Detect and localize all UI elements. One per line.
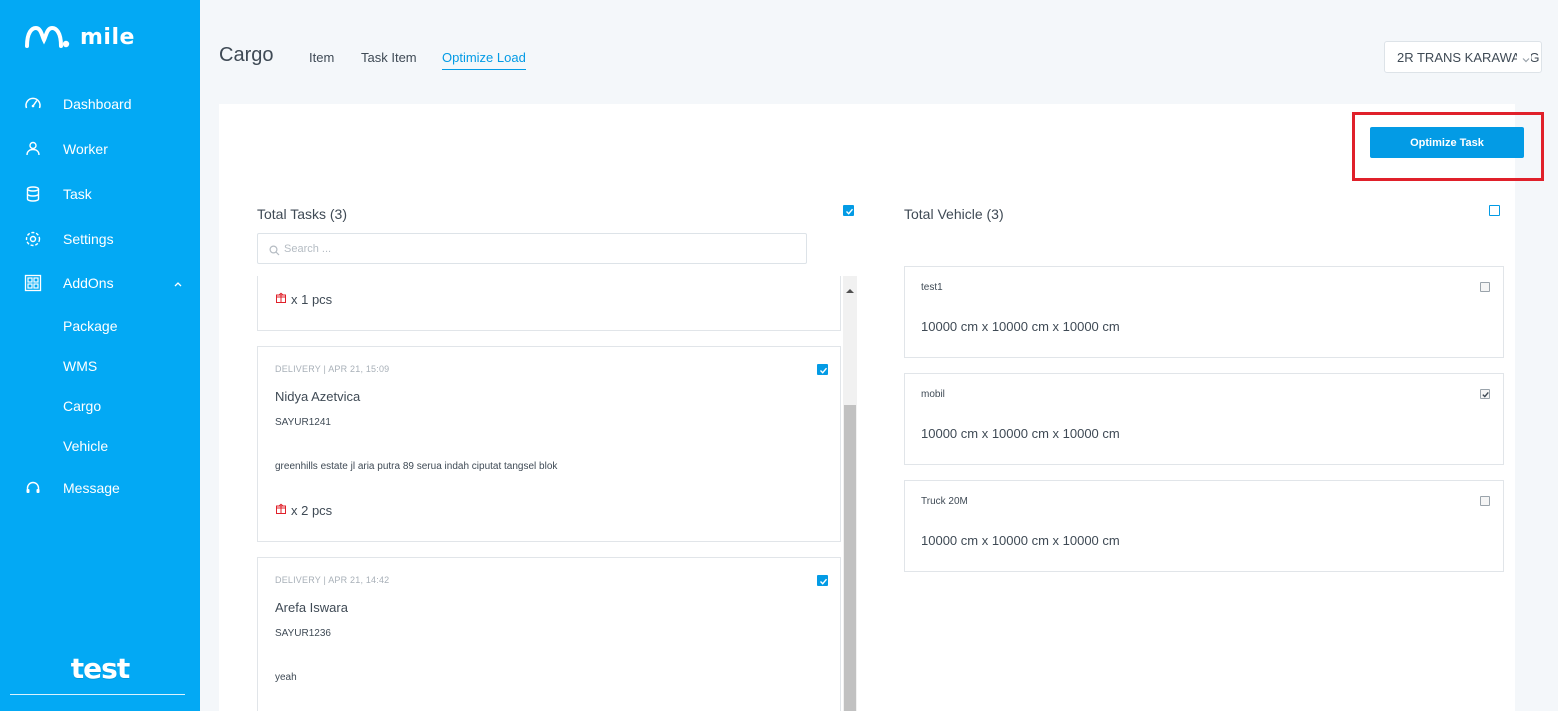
sidebar-item-message[interactable]: Message [0,468,200,508]
tab-item[interactable]: Item [309,50,334,65]
page-title: Cargo [219,44,274,66]
vehicle-dimensions: 10000 cm x 10000 cm x 10000 cm [921,533,1120,548]
task-code: SAYUR1241 [275,417,331,428]
task-address: greenhills estate jl aria putra 89 serua… [275,461,558,472]
vehicle-checkbox[interactable] [1480,496,1490,506]
grid-icon [24,274,42,292]
package-icon [275,503,287,518]
task-search-box[interactable] [257,233,807,264]
sidebar-subitem-cargo[interactable]: Cargo [63,398,101,414]
sidebar-item-task[interactable]: Task [0,174,200,214]
vehicle-card[interactable]: Truck 20M 10000 cm x 10000 cm x 10000 cm [904,480,1504,572]
task-quantity: x 1 pcs [275,292,332,307]
organization-select[interactable]: 2R TRANS KARAWANG [1384,41,1542,73]
speedometer-icon [24,95,42,113]
task-card[interactable]: x 1 pcs [257,276,841,331]
sidebar-item-label: Worker [63,141,108,157]
logo[interactable]: mile [24,24,135,50]
mile-logo-icon [25,25,70,48]
sidebar-item-settings[interactable]: Settings [0,219,200,259]
task-customer-name: Nidya Azetvica [275,389,361,404]
sidebar-item-label: Settings [63,231,114,247]
select-all-vehicles-checkbox[interactable] [1489,205,1500,216]
vehicle-checkbox[interactable] [1480,389,1490,399]
vehicle-dimensions: 10000 cm x 10000 cm x 10000 cm [921,426,1120,441]
check-icon [1482,391,1489,398]
sidebar-item-label: Message [63,480,120,496]
task-quantity-text: x 1 pcs [291,292,333,307]
task-card[interactable]: DELIVERY | APR 21, 14:42 Arefa Iswara SA… [257,557,841,711]
search-icon [269,243,280,261]
task-address: yeah [275,672,297,683]
package-icon [275,292,287,307]
sidebar-item-worker[interactable]: Worker [0,129,200,169]
total-vehicle-title: Total Vehicle (3) [904,206,1004,222]
vehicle-checkbox[interactable] [1480,282,1490,292]
sidebar-item-label: Task [63,186,92,202]
task-code: SAYUR1236 [275,628,331,639]
chevron-up-icon[interactable] [172,277,184,289]
tab-task-item[interactable]: Task Item [361,50,417,65]
task-card[interactable]: DELIVERY | APR 21, 15:09 Nidya Azetvica … [257,346,841,542]
vehicle-name: test1 [921,282,943,293]
sidebar-item-addons[interactable]: AddOns [0,263,200,303]
sidebar-subitem-vehicle[interactable]: Vehicle [63,438,108,454]
sidebar: mile Dashboard Worker Task Settings AddO… [0,0,200,711]
task-meta: DELIVERY | APR 21, 15:09 [275,364,390,374]
vehicle-name: Truck 20M [921,496,968,507]
user-icon [24,140,42,158]
total-tasks-title: Total Tasks (3) [257,206,347,222]
sidebar-item-dashboard[interactable]: Dashboard [0,84,200,124]
task-checkbox[interactable] [817,364,828,375]
sidebar-subitem-package[interactable]: Package [63,318,117,334]
search-input[interactable] [284,234,799,263]
sidebar-subitem-wms[interactable]: WMS [63,358,97,374]
tab-optimize-load[interactable]: Optimize Load [442,50,526,70]
task-customer-name: Arefa Iswara [275,600,348,615]
task-meta: DELIVERY | APR 21, 14:42 [275,575,390,585]
vehicle-card[interactable]: test1 10000 cm x 10000 cm x 10000 cm [904,266,1504,358]
sidebar-item-label: AddOns [63,275,114,291]
select-all-tasks-checkbox[interactable] [843,205,854,216]
logo-text: mile [80,24,135,50]
scroll-up-arrow-icon[interactable] [846,281,854,299]
scrollbar-thumb[interactable] [844,405,856,711]
vehicle-name: mobil [921,389,945,400]
vehicle-dimensions: 10000 cm x 10000 cm x 10000 cm [921,319,1120,334]
gear-icon [24,230,42,248]
sidebar-item-label: Dashboard [63,96,132,112]
optimize-task-button[interactable]: Optimize Task [1370,127,1524,158]
divider [10,694,185,695]
vehicle-card[interactable]: mobil 10000 cm x 10000 cm x 10000 cm [904,373,1504,465]
chevron-down-icon [1517,53,1531,68]
task-quantity: x 2 pcs [275,503,332,518]
task-quantity-text: x 2 pcs [291,503,333,518]
database-icon [24,185,42,203]
task-checkbox[interactable] [817,575,828,586]
brand-logo: test [70,652,130,685]
headset-icon [24,479,42,497]
